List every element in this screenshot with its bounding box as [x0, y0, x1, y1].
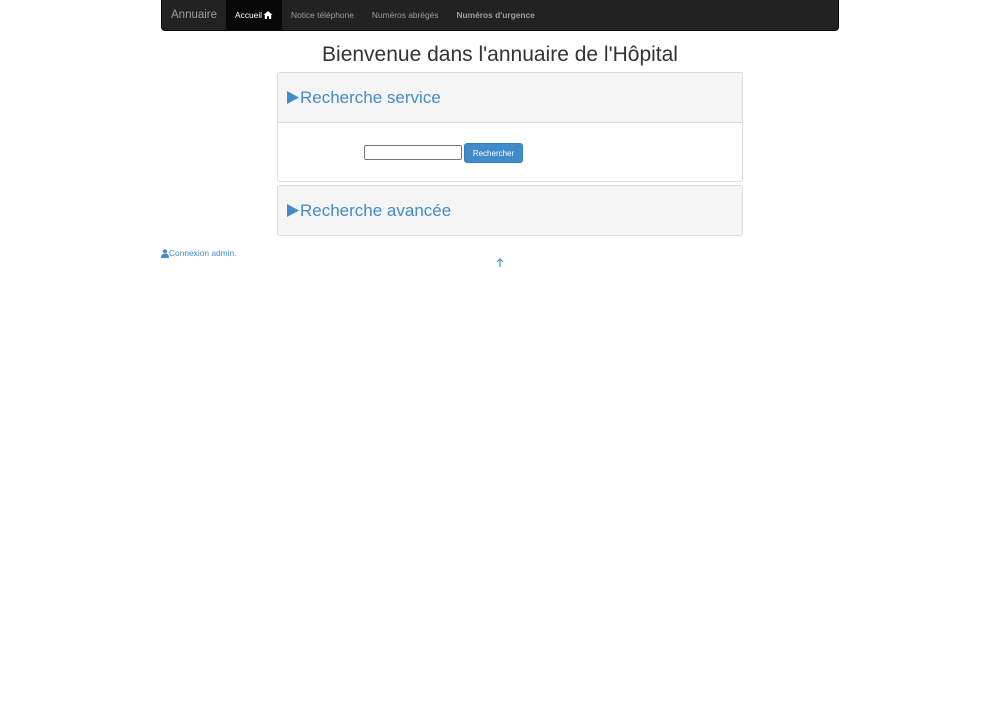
panel-recherche-service-heading: Recherche service [278, 73, 742, 123]
panel-recherche-avancee: Recherche avancée [277, 185, 743, 236]
panel-recherche-avancee-title: Recherche avancée [300, 200, 452, 220]
triangle-right-icon [286, 203, 300, 218]
panel-recherche-avancee-heading: Recherche avancée [278, 186, 742, 235]
nav-item-numeros-abreges[interactable]: Numéros abrégés [363, 0, 448, 30]
nav-item-accueil-label: Accueil [235, 10, 263, 20]
triangle-right-icon [286, 90, 300, 105]
service-search-input[interactable] [364, 145, 462, 160]
admin-login-link[interactable]: Connexion admin. [161, 248, 237, 258]
navbar-brand[interactable]: Annuaire [162, 0, 226, 30]
arrow-up-icon[interactable] [495, 257, 505, 269]
nav-item-accueil[interactable]: Accueil [226, 0, 283, 30]
panel-recherche-service-body: Rechercher [278, 123, 742, 181]
panel-recherche-service: Recherche service Rechercher [277, 72, 743, 182]
home-icon [263, 10, 273, 20]
rechercher-button[interactable]: Rechercher [464, 143, 523, 163]
user-icon [161, 248, 169, 258]
panel-recherche-service-toggle[interactable]: Recherche service [286, 88, 441, 108]
panel-recherche-service-title: Recherche service [300, 87, 441, 107]
admin-login-label: Connexion admin. [169, 248, 237, 258]
nav-item-notice-telephone[interactable]: Notice téléphone [282, 0, 363, 30]
nav-item-numeros-urgence[interactable]: Numéros d'urgence [447, 0, 543, 30]
page-title: Bienvenue dans l'annuaire de l'Hôpital [322, 43, 678, 66]
page: Annuaire Accueil Notice téléphone Numéro… [0, 0, 1000, 728]
panel-recherche-avancee-toggle[interactable]: Recherche avancée [286, 201, 451, 221]
top-navbar: Annuaire Accueil Notice téléphone Numéro… [161, 0, 839, 31]
